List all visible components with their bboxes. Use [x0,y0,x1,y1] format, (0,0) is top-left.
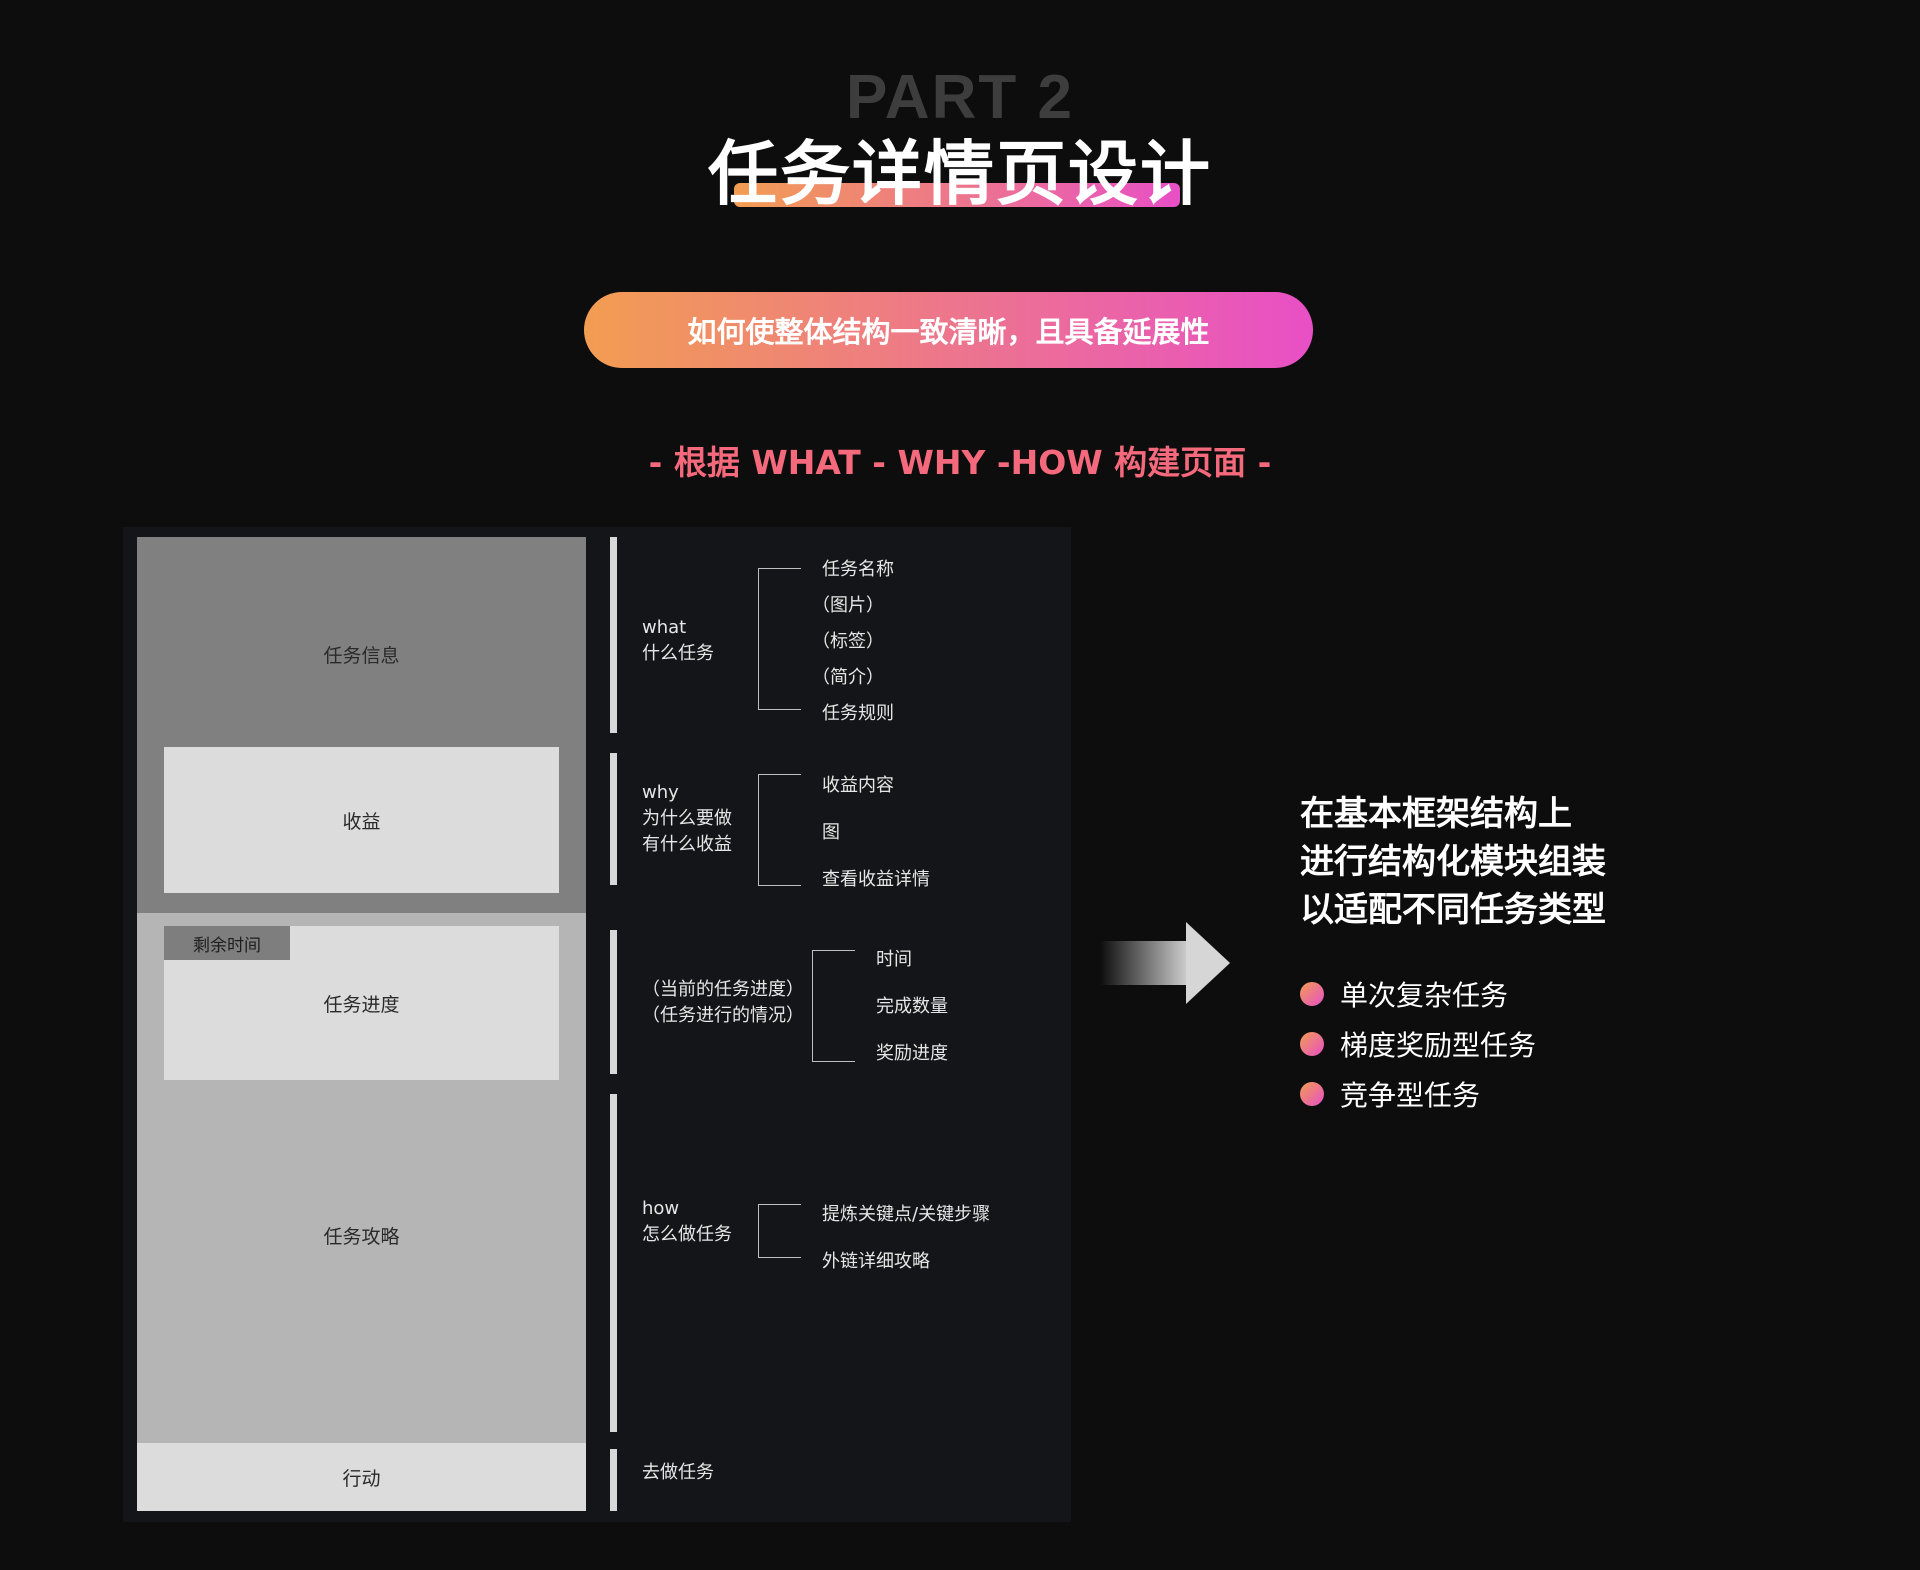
right-title-line: 在基本框架结构上 [1300,794,1572,834]
bullet-text: 单次复杂任务 [1340,979,1509,1012]
bracket-how [758,1204,801,1258]
section-progress-line1: （当前的任务进度） [642,979,804,1000]
arrow-shaft [1100,941,1188,985]
bracket-why [758,774,801,886]
section-bar-progress [610,930,617,1074]
section-what-line1: what [642,617,687,638]
why-item: 图 [822,822,840,843]
section-progress-label: （当前的任务进度） （任务进行的情况） [642,977,804,1029]
bullet-text: 竞争型任务 [1340,1079,1481,1112]
bullet-item: 梯度奖励型任务 [1300,1024,1536,1064]
page-title: 任务详情页设计 [708,133,1212,215]
wireframe-income: 收益 [164,747,559,893]
what-item: 任务名称 [822,559,894,580]
question-pill: 如何使整体结构一致清晰，且具备延展性 [584,292,1313,368]
why-item: 查看收益详情 [822,869,930,890]
section-how-label: how 怎么做任务 [642,1196,732,1248]
section-what-label: what 什么任务 [642,615,714,667]
bracket-progress [812,950,855,1062]
bullet-item: 竞争型任务 [1300,1074,1480,1114]
wireframe-task-strategy: 任务攻略 [137,1080,586,1390]
wireframe-task-strategy-label: 任务攻略 [323,1225,400,1248]
section-progress-line2: （任务进行的情况） [642,1005,804,1026]
section-bar-how [610,1094,617,1432]
wireframe-remaining-time-label: 剩余时间 [193,935,261,956]
section-bar-why [610,753,617,885]
right-title-line: 进行结构化模块组装 [1300,842,1606,882]
section-why-line2: 为什么要做 [642,808,732,829]
how-item: 外链详细攻略 [822,1251,930,1272]
bullet-dot-icon [1300,982,1324,1006]
page: PART 2 任务详情页设计 如何使整体结构一致清晰，且具备延展性 - 根据 W… [0,0,1920,1570]
arrow-right-icon [1186,922,1230,1004]
wireframe-task-info-label: 任务信息 [323,645,400,667]
what-item: （简介） [812,667,884,688]
bullet-dot-icon [1300,1032,1324,1056]
subtitle: - 根据 WHAT - WHY -HOW 构建页面 - [648,443,1272,482]
bullet-item: 单次复杂任务 [1300,974,1508,1014]
right-title-line: 以适配不同任务类型 [1300,890,1606,930]
section-how-line1: how [642,1198,680,1219]
progress-item: 时间 [876,949,912,970]
wireframe-income-label: 收益 [342,810,381,833]
section-bar-what [610,537,617,733]
what-item: （图片） [812,595,884,616]
section-bar-action [610,1449,617,1511]
bullet-dot-icon [1300,1082,1324,1106]
bracket-what [758,568,801,710]
wireframe-task-progress-label: 任务进度 [323,993,400,1016]
section-how-line2: 怎么做任务 [642,1224,732,1245]
progress-item: 奖励进度 [876,1043,948,1064]
wireframe-remaining-time: 剩余时间 [164,926,290,960]
progress-item: 完成数量 [876,996,948,1017]
bullet-text: 梯度奖励型任务 [1340,1029,1537,1062]
what-item: （标签） [812,631,884,652]
why-item: 收益内容 [822,775,894,796]
question-pill-text: 如何使整体结构一致清晰，且具备延展性 [687,315,1210,349]
wireframe-action: 行动 [137,1443,586,1511]
section-why-label: why 为什么要做 有什么收益 [642,780,732,858]
section-why-line3: 有什么收益 [642,834,732,855]
what-item: 任务规则 [822,703,894,724]
section-action-label: 去做任务 [642,1462,714,1483]
section-what-line2: 什么任务 [642,643,714,664]
wireframe-action-label: 行动 [342,1467,381,1490]
section-why-line1: why [642,782,679,803]
right-panel-title: 在基本框架结构上 进行结构化模块组装 以适配不同任务类型 [1300,790,1606,934]
how-item: 提炼关键点/关键步骤 [822,1204,991,1225]
